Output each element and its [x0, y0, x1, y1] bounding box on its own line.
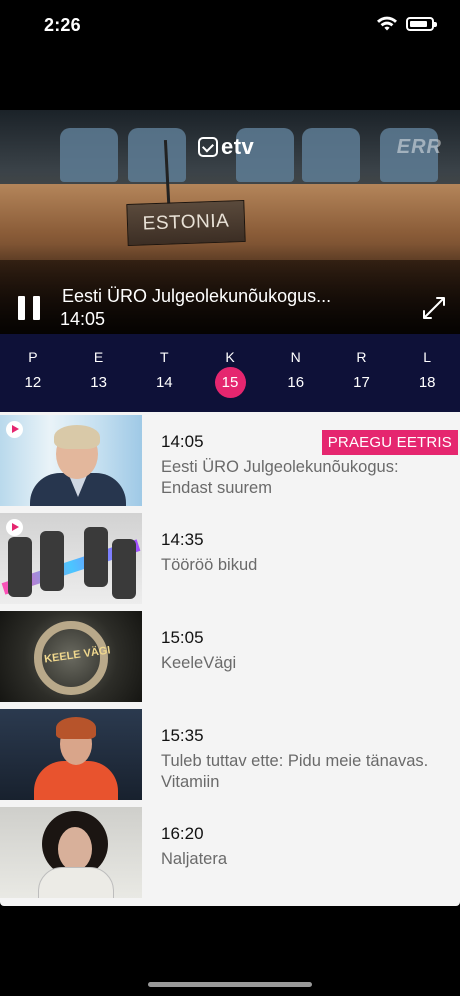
- schedule-list: 14:05 PRAEGU EETRIS Eesti ÜRO Julgeoleku…: [0, 412, 460, 906]
- program-time: 15:35: [161, 726, 204, 745]
- day-17[interactable]: R 17: [329, 334, 395, 412]
- program-time: 14:35: [161, 530, 204, 549]
- pause-icon[interactable]: [18, 296, 40, 320]
- program-thumbnail: [0, 807, 142, 898]
- program-time: 16:20: [161, 824, 204, 843]
- home-indicator[interactable]: [148, 982, 312, 987]
- etv-logo-icon: [198, 137, 218, 157]
- day-number: 13: [90, 374, 107, 391]
- program-title: Tööröö bikud: [161, 556, 258, 574]
- day-18[interactable]: L 18: [394, 334, 460, 412]
- day-number: 16: [287, 374, 305, 391]
- battery-icon: [406, 17, 437, 31]
- day-selector: P 12 E 13 T 14 K 15 N 16 R 17 L 18: [0, 334, 460, 412]
- scene-nameplate: ESTONIA: [126, 199, 246, 247]
- program-title: Eesti ÜRO Julgeolekunõukogus: Endast suu…: [161, 458, 399, 497]
- play-icon: [6, 421, 23, 438]
- day-letter: P: [28, 349, 38, 365]
- video-player[interactable]: ESTONIA etv ERR Eesti ÜRO Julgeolekunõuk…: [0, 110, 460, 334]
- day-number: 18: [418, 374, 436, 391]
- program-thumbnail: [0, 415, 142, 506]
- day-14[interactable]: T 14: [131, 334, 197, 412]
- day-15-selected[interactable]: K 15: [197, 334, 263, 412]
- program-title: Naljatera: [161, 850, 228, 868]
- status-time: 2:26: [44, 15, 81, 35]
- wifi-icon: [377, 16, 397, 31]
- scene-chair: [128, 128, 186, 182]
- status-icons: [376, 16, 437, 32]
- program-thumbnail: KEELE VÄGI: [0, 611, 142, 702]
- err-watermark: ERR: [396, 136, 442, 158]
- program-thumbnail: [0, 513, 142, 604]
- program-thumbnail: [0, 709, 142, 800]
- day-number: 12: [24, 374, 42, 391]
- day-letter: R: [356, 349, 367, 365]
- now-playing-time: 14:05: [60, 309, 106, 329]
- day-letter: T: [160, 349, 169, 365]
- program-title: KeeleVägi: [161, 654, 237, 672]
- day-letter: L: [423, 349, 432, 365]
- day-16[interactable]: N 16: [263, 334, 329, 412]
- day-number: 14: [155, 374, 173, 391]
- day-number: 17: [353, 374, 370, 391]
- schedule-item[interactable]: KEELE VÄGI 15:05 KeeleVägi: [0, 608, 460, 706]
- program-title: Tuleb tuttav ette: Pidu meie tänavas. Vi…: [161, 752, 429, 791]
- play-icon: [6, 519, 23, 536]
- schedule-item[interactable]: 14:35 Tööröö bikud: [0, 510, 460, 608]
- program-time: 15:05: [161, 628, 204, 647]
- schedule-item[interactable]: 15:35 Tuleb tuttav ette: Pidu meie tänav…: [0, 706, 460, 804]
- schedule-item[interactable]: 14:05 PRAEGU EETRIS Eesti ÜRO Julgeoleku…: [0, 412, 460, 510]
- scene-chair: [60, 128, 118, 182]
- day-number: 15: [214, 367, 246, 398]
- live-badge: PRAEGU EETRIS: [321, 430, 458, 455]
- now-playing-title: Eesti ÜRO Julgeolekunõukogus...: [62, 286, 332, 306]
- day-12[interactable]: P 12: [0, 334, 66, 412]
- status-bar: 2:26: [0, 0, 460, 52]
- program-time: 14:05: [161, 432, 204, 451]
- fullscreen-icon[interactable]: [420, 294, 448, 322]
- schedule-item[interactable]: 16:20 Naljatera: [0, 804, 460, 902]
- day-13[interactable]: E 13: [66, 334, 132, 412]
- scene-chair: [302, 128, 360, 182]
- day-letter: K: [225, 349, 235, 365]
- day-letter: E: [93, 349, 104, 365]
- channel-logo: etv: [198, 134, 254, 160]
- day-letter: N: [290, 349, 301, 365]
